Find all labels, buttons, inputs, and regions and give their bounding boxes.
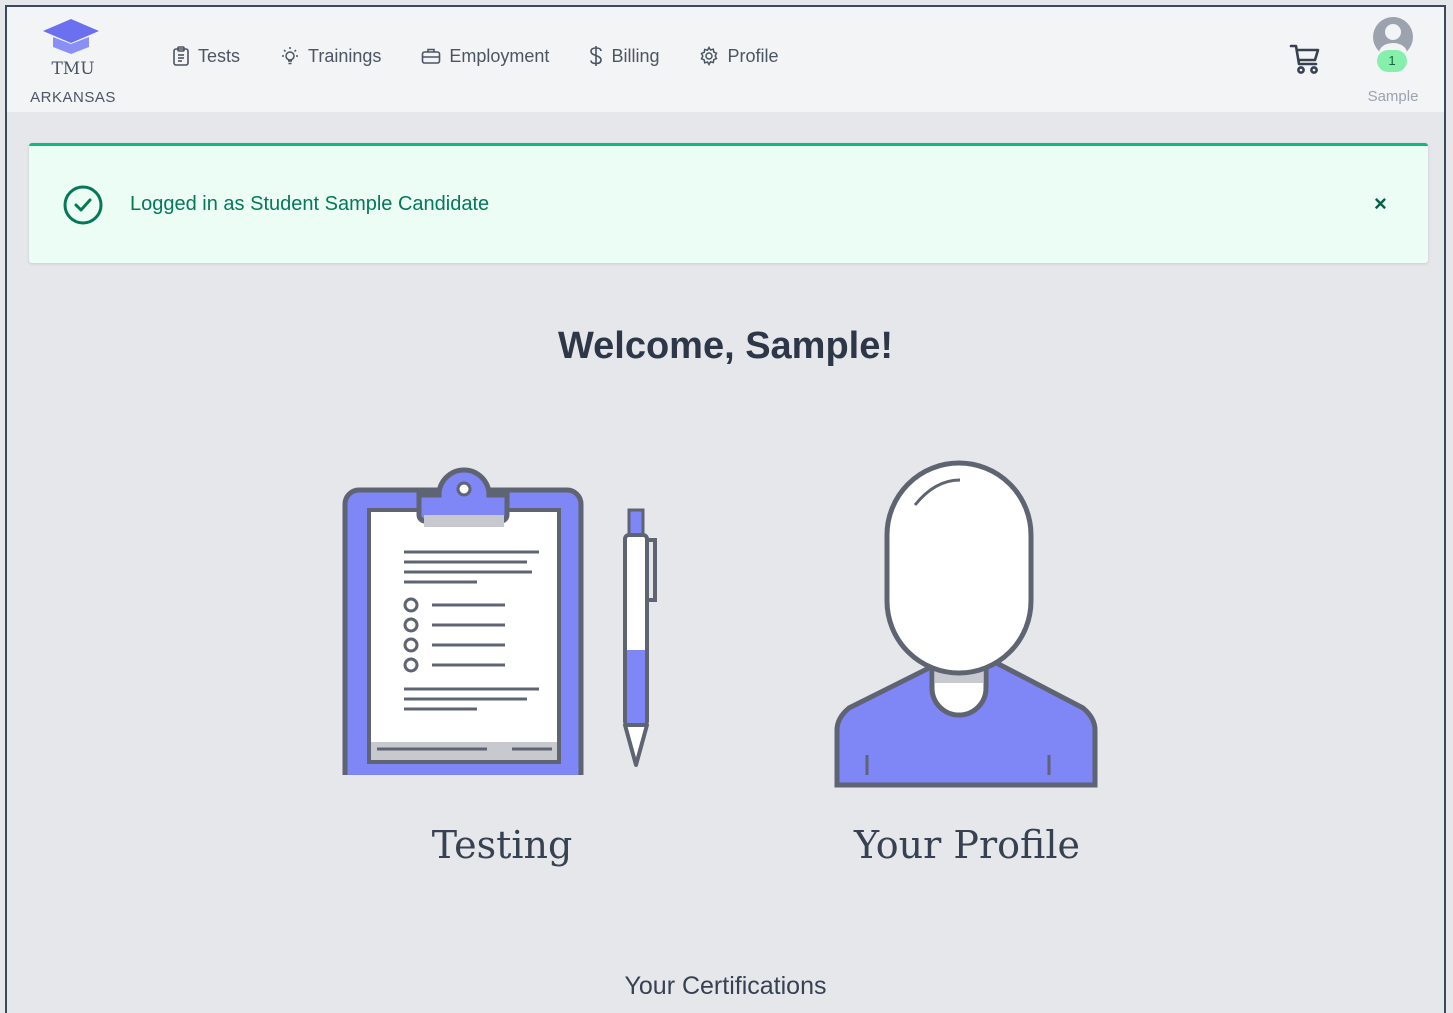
graduation-cap-icon [43,19,99,54]
main-menu: Tests Trainings Employment Billing Profi… [172,43,819,69]
clipboard-icon [173,46,189,66]
gear-icon [700,46,718,66]
certifications-heading: Your Certifications [624,972,827,1000]
notification-badge: 1 [1377,50,1407,72]
cart-button[interactable] [1289,42,1321,81]
testing-label: Testing [431,823,573,867]
nav-employment-label: Employment [449,45,550,66]
welcome-heading: Welcome, Sample! [557,325,894,367]
alert-message: Logged in as Student Sample Candidate [130,193,490,215]
briefcase-icon [422,48,441,64]
testing-card[interactable]: Testing [337,455,667,885]
profile-card[interactable]: Your Profile [827,455,1107,885]
check-circle-icon [63,185,103,225]
profile-label: Your Profile [854,823,1080,867]
nav-tests[interactable]: Tests [172,43,240,69]
close-icon[interactable]: × [1374,192,1387,216]
dollar-icon [590,46,603,66]
user-name: Sample [1367,88,1419,105]
nav-tests-label: Tests [198,45,241,66]
brand-logo[interactable]: TMU ARKANSAS [29,15,119,107]
nav-billing-label: Billing [611,45,660,66]
brand-name: TMU [51,59,95,79]
person-illustration [834,460,1098,788]
nav-trainings[interactable]: Trainings [280,43,381,69]
nav-billing[interactable]: Billing [589,43,659,69]
nav-profile[interactable]: Profile [699,43,779,69]
brand-state: ARKANSAS [30,89,116,106]
cart-icon [1289,44,1320,74]
nav-trainings-label: Trainings [308,45,382,66]
top-navbar: TMU ARKANSAS Tests Trainings Employment … [7,7,1444,112]
app-frame: TMU ARKANSAS Tests Trainings Employment … [5,5,1446,1013]
nav-profile-label: Profile [727,45,779,66]
lightbulb-icon [282,47,299,65]
nav-employment[interactable]: Employment [421,43,549,69]
clipboard-test-illustration [342,467,657,791]
login-alert: Logged in as Student Sample Candidate × [29,143,1428,263]
